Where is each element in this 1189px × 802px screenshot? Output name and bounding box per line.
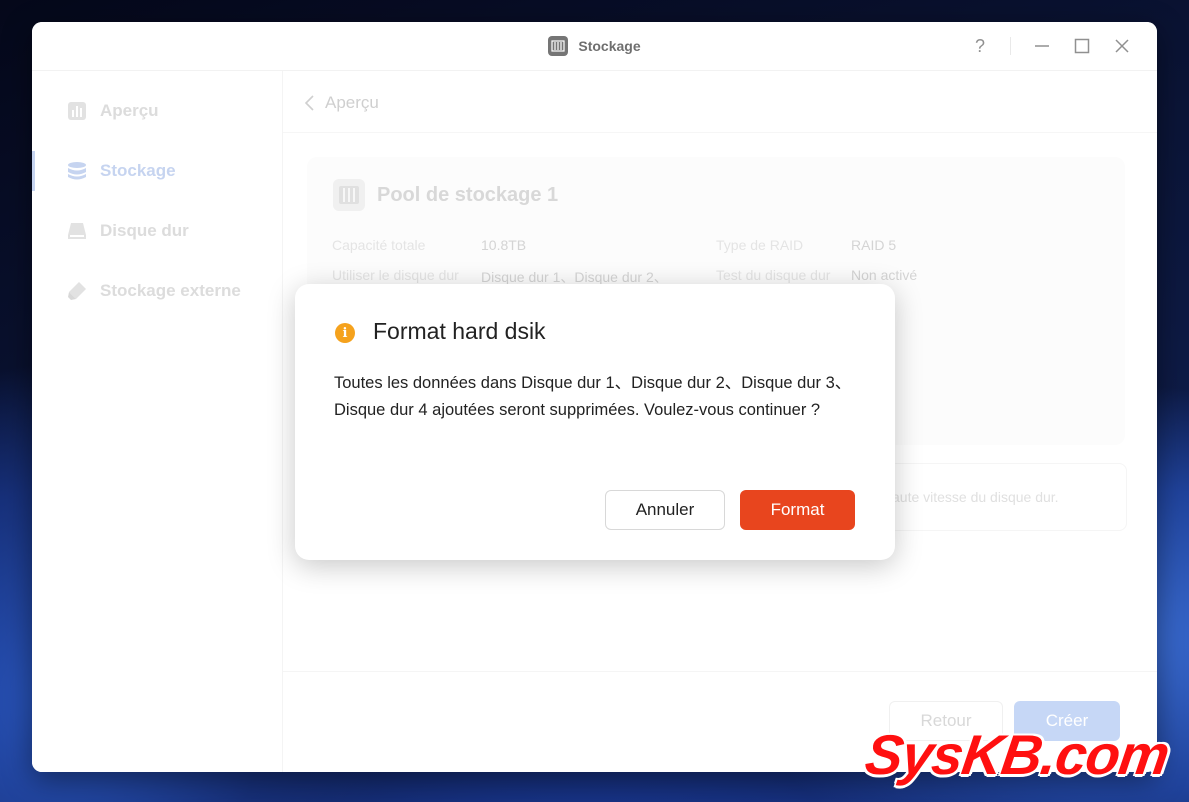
dialog-message: Toutes les données dans Disque dur 1、Dis… — [334, 374, 852, 419]
info-glyph: i — [342, 325, 348, 341]
watermark: SysKB.com — [861, 723, 1173, 786]
cancel-button[interactable]: Annuler — [605, 490, 725, 530]
format-button[interactable]: Format — [740, 490, 855, 530]
info-icon: i — [335, 323, 355, 343]
format-dialog: i Format hard dsik Toutes les données da… — [295, 284, 895, 560]
dialog-title: Format hard dsik — [373, 318, 546, 344]
